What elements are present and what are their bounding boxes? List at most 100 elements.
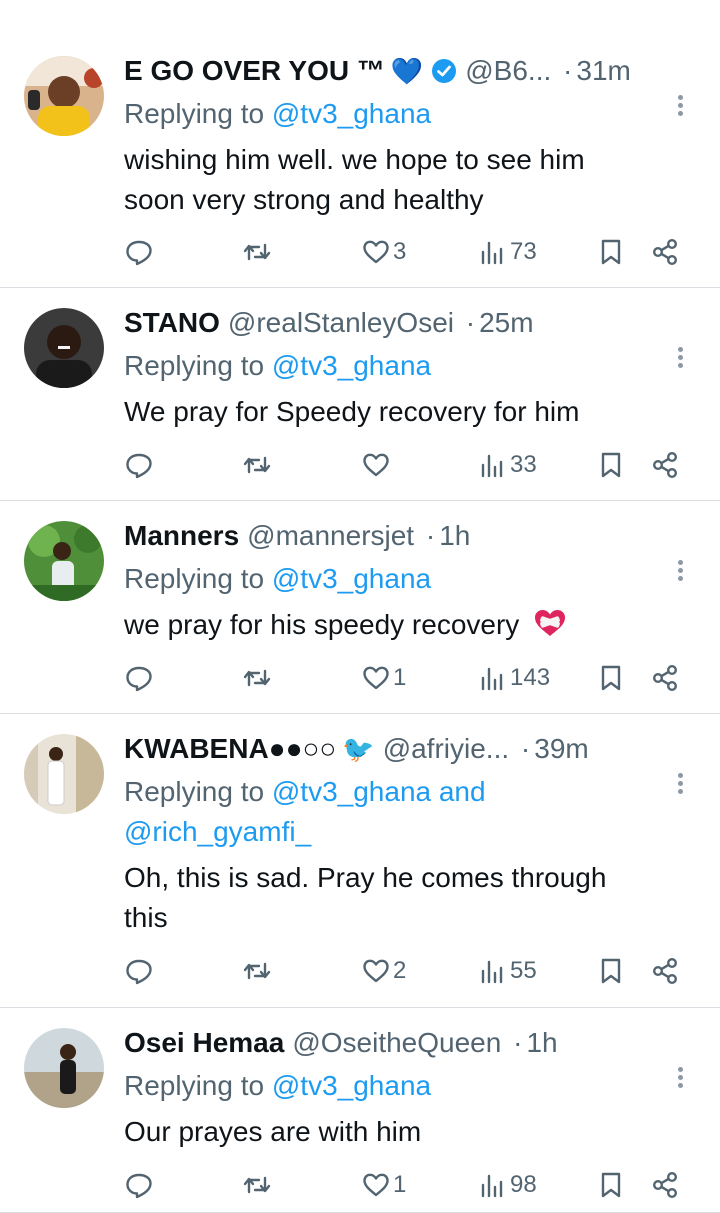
reply-text-line: this <box>124 902 168 933</box>
retweet-button[interactable] <box>242 450 272 480</box>
reply-button[interactable] <box>124 663 154 693</box>
retweet-icon <box>243 669 271 687</box>
views-button[interactable]: 33 <box>478 450 537 480</box>
reply-icon <box>126 959 152 985</box>
share-button[interactable] <box>650 663 680 693</box>
retweet-icon <box>243 962 271 980</box>
retweet-button[interactable] <box>242 663 272 693</box>
reply-item[interactable]: STANO @realStanleyOsei · 25m Replying to… <box>0 288 720 501</box>
avatar[interactable] <box>24 56 104 136</box>
display-name[interactable]: STANO <box>124 304 220 342</box>
heart-icon <box>363 1173 389 1197</box>
timestamp[interactable]: 1h <box>439 517 470 555</box>
cut-off-previous-text <box>0 0 720 14</box>
like-button[interactable]: 3 <box>361 237 406 267</box>
heart-icon <box>363 666 389 690</box>
reply-item[interactable]: KWABENA●●○○ 🐦 @afriyie... · 39m Replying… <box>0 714 720 1008</box>
reply-button[interactable] <box>124 237 154 267</box>
like-button[interactable]: 1 <box>361 1170 406 1200</box>
views-button[interactable]: 98 <box>478 1170 537 1200</box>
share-icon <box>652 1172 678 1199</box>
avatar[interactable] <box>24 734 104 814</box>
reply-text-line: soon very strong and healthy <box>124 184 484 215</box>
display-name[interactable]: Osei Hemaa <box>124 1024 284 1062</box>
views-button[interactable]: 73 <box>478 237 537 267</box>
share-button[interactable] <box>650 237 680 267</box>
reply-text-line: Our prayes are with him <box>124 1116 422 1147</box>
separator-dot: · <box>458 307 476 338</box>
display-name[interactable]: KWABENA●●○○ <box>124 730 336 768</box>
share-button[interactable] <box>650 956 680 986</box>
view-count: 143 <box>510 664 551 691</box>
reply-item[interactable]: Manners @mannersjet · 1h Replying to @tv… <box>0 501 720 714</box>
timestamp[interactable]: 25m <box>479 304 533 342</box>
avatar[interactable] <box>24 521 104 601</box>
replying-to-line: Replying to @tv3_ghana <box>124 559 686 599</box>
bookmark-button[interactable] <box>596 450 626 480</box>
reply-text: Oh, this is sad. Pray he comes through t… <box>124 858 686 938</box>
timestamp[interactable]: 39m <box>534 730 588 768</box>
reply-text-line: we pray for his speedy recovery <box>124 609 520 640</box>
share-icon <box>652 239 678 266</box>
name-emoji: 💙 <box>390 56 424 86</box>
replying-to-link[interactable]: @tv3_ghana and <box>272 776 486 807</box>
timestamp[interactable]: 31m <box>576 52 630 90</box>
view-count: 55 <box>510 957 537 984</box>
replying-to-link[interactable]: @tv3_ghana <box>272 1070 431 1101</box>
like-count: 3 <box>393 238 407 265</box>
bookmark-button[interactable] <box>596 1170 626 1200</box>
views-icon <box>481 454 503 478</box>
reply-icon <box>126 666 152 692</box>
like-count: 1 <box>393 664 407 691</box>
reply-button[interactable] <box>124 1170 154 1200</box>
retweet-button[interactable] <box>242 1170 272 1200</box>
action-bar: 1 143 <box>124 656 684 700</box>
reply-text: we pray for his speedy recovery ❤️‍🩹 <box>124 605 686 645</box>
reply-item[interactable]: E GO OVER YOU ™ 💙 @B6... · 31m Replying … <box>0 36 720 288</box>
display-name[interactable]: Manners <box>124 517 239 555</box>
avatar[interactable] <box>24 308 104 388</box>
replying-to-link[interactable]: @tv3_ghana <box>272 350 431 381</box>
like-button[interactable]: 2 <box>361 956 406 986</box>
handle[interactable]: @realStanleyOsei <box>228 304 454 342</box>
reply-button[interactable] <box>124 956 154 986</box>
retweet-icon <box>243 243 271 261</box>
handle[interactable]: @B6... <box>465 52 551 90</box>
more-icon[interactable] <box>670 344 690 374</box>
share-button[interactable] <box>650 1170 680 1200</box>
reply-item[interactable]: Osei Hemaa @OseitheQueen · 1h Replying t… <box>0 1008 720 1213</box>
replies-feed: E GO OVER YOU ™ 💙 @B6... · 31m Replying … <box>0 36 720 1213</box>
retweet-button[interactable] <box>242 956 272 986</box>
views-button[interactable]: 143 <box>478 663 550 693</box>
like-button[interactable] <box>361 450 393 480</box>
view-count: 73 <box>510 238 537 265</box>
more-icon[interactable] <box>670 92 690 122</box>
views-button[interactable]: 55 <box>478 956 537 986</box>
replying-to-link[interactable]: @tv3_ghana <box>272 563 431 594</box>
retweet-button[interactable] <box>242 237 272 267</box>
avatar[interactable] <box>24 1028 104 1108</box>
share-button[interactable] <box>650 450 680 480</box>
bookmark-button[interactable] <box>596 237 626 267</box>
views-icon <box>481 1174 503 1198</box>
reply-icon <box>126 1173 152 1199</box>
handle[interactable]: @afriyie... <box>383 730 509 768</box>
handle[interactable]: @mannersjet <box>247 517 414 555</box>
handle[interactable]: @OseitheQueen <box>292 1024 501 1062</box>
replying-to-link[interactable]: @rich_gyamfi_ <box>124 816 311 847</box>
more-icon[interactable] <box>670 1064 690 1094</box>
views-icon <box>481 241 503 265</box>
retweet-icon <box>243 456 271 474</box>
like-button[interactable]: 1 <box>361 663 406 693</box>
replying-prefix: Replying to <box>124 1070 265 1101</box>
display-name[interactable]: E GO OVER YOU ™ <box>124 52 385 90</box>
bookmark-button[interactable] <box>596 663 626 693</box>
replying-to-link[interactable]: @tv3_ghana <box>272 98 431 129</box>
more-icon[interactable] <box>670 770 690 800</box>
bookmark-button[interactable] <box>596 956 626 986</box>
heart-icon <box>363 240 389 264</box>
more-icon[interactable] <box>670 557 690 587</box>
reply-button[interactable] <box>124 450 154 480</box>
timestamp[interactable]: 1h <box>526 1024 557 1062</box>
share-icon <box>652 958 678 985</box>
